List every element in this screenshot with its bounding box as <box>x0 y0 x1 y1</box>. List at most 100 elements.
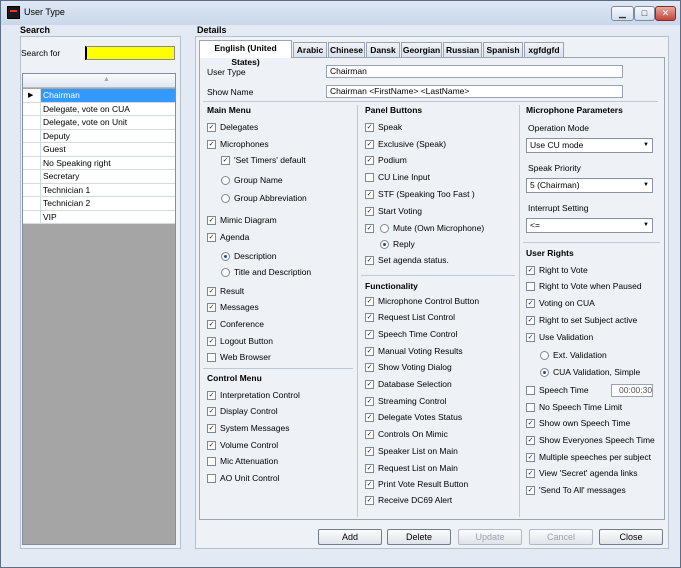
option-label: Manual Voting Results <box>378 346 463 356</box>
checkbox[interactable]: ✓ <box>365 430 374 439</box>
tab-russian[interactable]: Russian <box>443 42 482 57</box>
checkbox[interactable]: ✓ <box>526 419 535 428</box>
list-item[interactable]: Delegate, vote on Unit <box>23 116 175 130</box>
checkbox[interactable]: ✓ <box>365 347 374 356</box>
radio-button[interactable] <box>380 240 389 249</box>
list-item[interactable]: VIP <box>23 210 175 224</box>
checkbox[interactable]: ✓ <box>526 299 535 308</box>
checkbox[interactable]: ✓ <box>365 413 374 422</box>
checkbox[interactable]: ✓ <box>207 337 216 346</box>
list-item[interactable]: Deputy <box>23 129 175 143</box>
checkbox[interactable]: ✓ <box>365 156 374 165</box>
radio-button[interactable] <box>540 368 549 377</box>
checkbox[interactable]: ✓ <box>526 333 535 342</box>
close-window-button[interactable]: ✕ <box>655 6 676 21</box>
checkbox[interactable] <box>526 386 535 395</box>
checkbox[interactable]: ✓ <box>365 363 374 372</box>
tab-georgian[interactable]: Georgian <box>401 42 442 57</box>
cancel-button[interactable]: Cancel <box>529 529 593 545</box>
close-button[interactable]: Close <box>599 529 663 545</box>
tab-chinese[interactable]: Chinese <box>328 42 365 57</box>
checkbox[interactable]: ✓ <box>365 123 374 132</box>
show-name-field[interactable]: Chairman <FirstName> <LastName> <box>326 85 623 98</box>
checkbox[interactable]: ✓ <box>207 320 216 329</box>
list-item[interactable]: Technician 1 <box>23 183 175 197</box>
checkbox[interactable] <box>526 282 535 291</box>
list-item[interactable]: Technician 2 <box>23 197 175 211</box>
radio-button[interactable] <box>221 176 230 185</box>
checkbox[interactable]: ✓ <box>526 266 535 275</box>
checkbox[interactable]: ✓ <box>365 190 374 199</box>
checkbox[interactable]: ✓ <box>365 256 374 265</box>
minimize-button[interactable]: ▁ <box>611 6 634 21</box>
list-item-label: Delegate, vote on Unit <box>40 116 175 129</box>
checkbox[interactable]: ✓ <box>526 469 535 478</box>
checkbox[interactable]: ✓ <box>207 123 216 132</box>
radio-button[interactable] <box>380 224 389 233</box>
option-label: Speech Time Control <box>378 329 458 339</box>
checkbox[interactable] <box>207 457 216 466</box>
tab-english-united-states-[interactable]: English (United States) <box>199 40 292 67</box>
grid-header[interactable]: ▲ <box>23 74 175 88</box>
checkbox[interactable]: ✓ <box>365 224 374 233</box>
user-rights-title: User Rights <box>526 248 574 258</box>
checkbox[interactable]: ✓ <box>207 391 216 400</box>
checkbox[interactable]: ✓ <box>365 313 374 322</box>
checkbox[interactable]: ✓ <box>207 233 216 242</box>
checkbox[interactable]: ✓ <box>365 480 374 489</box>
checkbox[interactable] <box>365 173 374 182</box>
checkbox[interactable] <box>526 403 535 412</box>
list-item[interactable]: ▶ Chairman <box>23 89 175 103</box>
radio-button[interactable] <box>221 252 230 261</box>
interrupt-setting-select[interactable]: <= ▼ <box>526 218 653 233</box>
delete-button[interactable]: Delete <box>387 529 451 545</box>
checkbox[interactable]: ✓ <box>207 441 216 450</box>
tab-xgfdgfd[interactable]: xgfdgfd <box>524 42 564 57</box>
tab-dansk[interactable]: Dansk <box>366 42 400 57</box>
checkbox[interactable]: ✓ <box>365 207 374 216</box>
radio-button[interactable] <box>221 194 230 203</box>
search-input[interactable] <box>85 46 175 60</box>
list-item[interactable]: Guest <box>23 143 175 157</box>
checkbox[interactable]: ✓ <box>526 486 535 495</box>
checkbox[interactable]: ✓ <box>207 303 216 312</box>
checkbox[interactable]: ✓ <box>207 407 216 416</box>
tab-arabic[interactable]: Arabic <box>293 42 327 57</box>
option-label: Use Validation <box>539 332 594 342</box>
checkbox[interactable]: ✓ <box>526 453 535 462</box>
speak-priority-select[interactable]: 5 (Chairman) ▼ <box>526 178 653 193</box>
operation-mode-select[interactable]: Use CU mode ▼ <box>526 138 653 153</box>
checkbox[interactable] <box>207 474 216 483</box>
checkbox[interactable]: ✓ <box>526 316 535 325</box>
add-button[interactable]: Add <box>318 529 382 545</box>
checkbox[interactable]: ✓ <box>207 140 216 149</box>
speech-time-field[interactable]: 00:00:30 <box>611 384 653 397</box>
user-type-field[interactable]: Chairman <box>326 65 623 78</box>
checkbox[interactable]: ✓ <box>207 424 216 433</box>
option-label: Mimic Diagram <box>220 215 277 225</box>
option-label: Voting on CUA <box>539 298 595 308</box>
checkbox[interactable]: ✓ <box>365 380 374 389</box>
user-type-grid[interactable]: ▲ ▶ Chairman Delegate, vote on CUA Delegate… <box>22 73 176 545</box>
checkbox[interactable]: ✓ <box>365 464 374 473</box>
list-item[interactable]: Secretary <box>23 170 175 184</box>
checkbox[interactable]: ✓ <box>221 156 230 165</box>
checkbox[interactable]: ✓ <box>365 397 374 406</box>
option-label: Right to Vote when Paused <box>539 281 642 291</box>
checkbox[interactable]: ✓ <box>365 140 374 149</box>
checkbox[interactable]: ✓ <box>207 287 216 296</box>
list-item[interactable]: No Speaking right <box>23 156 175 170</box>
tab-spanish[interactable]: Spanish <box>483 42 523 57</box>
checkbox[interactable]: ✓ <box>207 216 216 225</box>
checkbox[interactable] <box>207 353 216 362</box>
checkbox[interactable]: ✓ <box>365 496 374 505</box>
radio-button[interactable] <box>221 268 230 277</box>
checkbox[interactable]: ✓ <box>526 436 535 445</box>
update-button[interactable]: Update <box>458 529 522 545</box>
checkbox[interactable]: ✓ <box>365 447 374 456</box>
checkbox[interactable]: ✓ <box>365 330 374 339</box>
radio-button[interactable] <box>540 351 549 360</box>
maximize-button[interactable]: □ <box>634 6 655 21</box>
list-item[interactable]: Delegate, vote on CUA <box>23 102 175 116</box>
checkbox[interactable]: ✓ <box>365 297 374 306</box>
